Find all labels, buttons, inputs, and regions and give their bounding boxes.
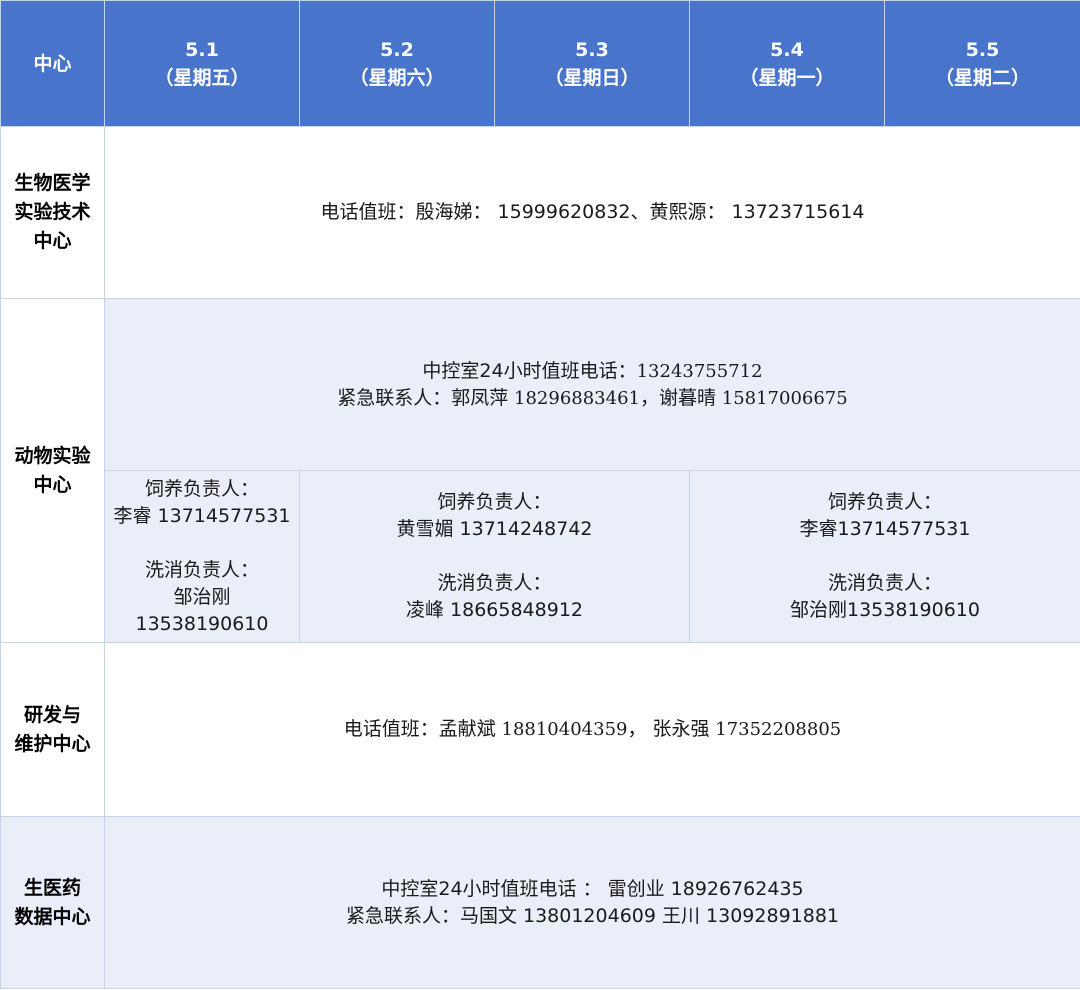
center-name-pharma: 生医药 数据中心 bbox=[0, 816, 105, 989]
header-day-2: 5.2 （星期六） bbox=[299, 0, 495, 127]
center-name-animal: 动物实验 中心 bbox=[0, 298, 105, 643]
row-pharma: 生医药 数据中心 中控室24小时值班电话 ： 雷创业 18926762435 紧… bbox=[0, 816, 1080, 989]
header-day-4: 5.4 （星期一） bbox=[689, 0, 885, 127]
animal-control-room: 中控室24小时值班电话：13243755712 紧急联系人：郭凤萍 182968… bbox=[104, 298, 1080, 471]
header-day-1: 5.1 （星期五） bbox=[104, 0, 300, 127]
center-name-rnd: 研发与 维护中心 bbox=[0, 642, 105, 817]
animal-shift-3: 饲养负责人： 李睿13714577531 洗消负责人： 邹治刚135381906… bbox=[689, 470, 1080, 643]
bio-tech-duty: 电话值班：殷海娣： 15999620832、黄熙源： 13723715614 bbox=[104, 126, 1080, 299]
duty-schedule-table: 中心 5.1 （星期五） 5.2 （星期六） 5.3 （星期日） 5.4 （星期一） 5… bbox=[0, 0, 1080, 989]
header-row: 中心 5.1 （星期五） 5.2 （星期六） 5.3 （星期日） 5.4 （星期一） 5… bbox=[0, 0, 1080, 127]
animal-shift-2: 饲养负责人： 黄雪媚 13714248742 洗消负责人： 凌峰 1866584… bbox=[299, 470, 690, 643]
header-center: 中心 bbox=[0, 0, 105, 127]
row-bio-tech: 生物医学 实验技术 中心 电话值班：殷海娣： 15999620832、黄熙源： … bbox=[0, 126, 1080, 299]
row-rnd: 研发与 维护中心 电话值班：孟献斌 18810404359， 张永强 17352… bbox=[0, 642, 1080, 817]
center-name-bio-tech: 生物医学 实验技术 中心 bbox=[0, 126, 105, 299]
header-day-5: 5.5 （星期二） bbox=[884, 0, 1080, 127]
animal-shift-1: 饲养负责人： 李睿 13714577531 洗消负责人： 邹治刚 1353819… bbox=[104, 470, 300, 643]
header-day-3: 5.3 （星期日） bbox=[494, 0, 690, 127]
row-animal-shifts: 饲养负责人： 李睿 13714577531 洗消负责人： 邹治刚 1353819… bbox=[1, 470, 1080, 643]
row-animal-top: 动物实验 中心 中控室24小时值班电话：13243755712 紧急联系人：郭凤… bbox=[0, 298, 1080, 643]
rnd-duty: 电话值班：孟献斌 18810404359， 张永强 17352208805 bbox=[104, 642, 1080, 817]
pharma-duty: 中控室24小时值班电话 ： 雷创业 18926762435 紧急联系人：马国文 … bbox=[104, 816, 1080, 989]
